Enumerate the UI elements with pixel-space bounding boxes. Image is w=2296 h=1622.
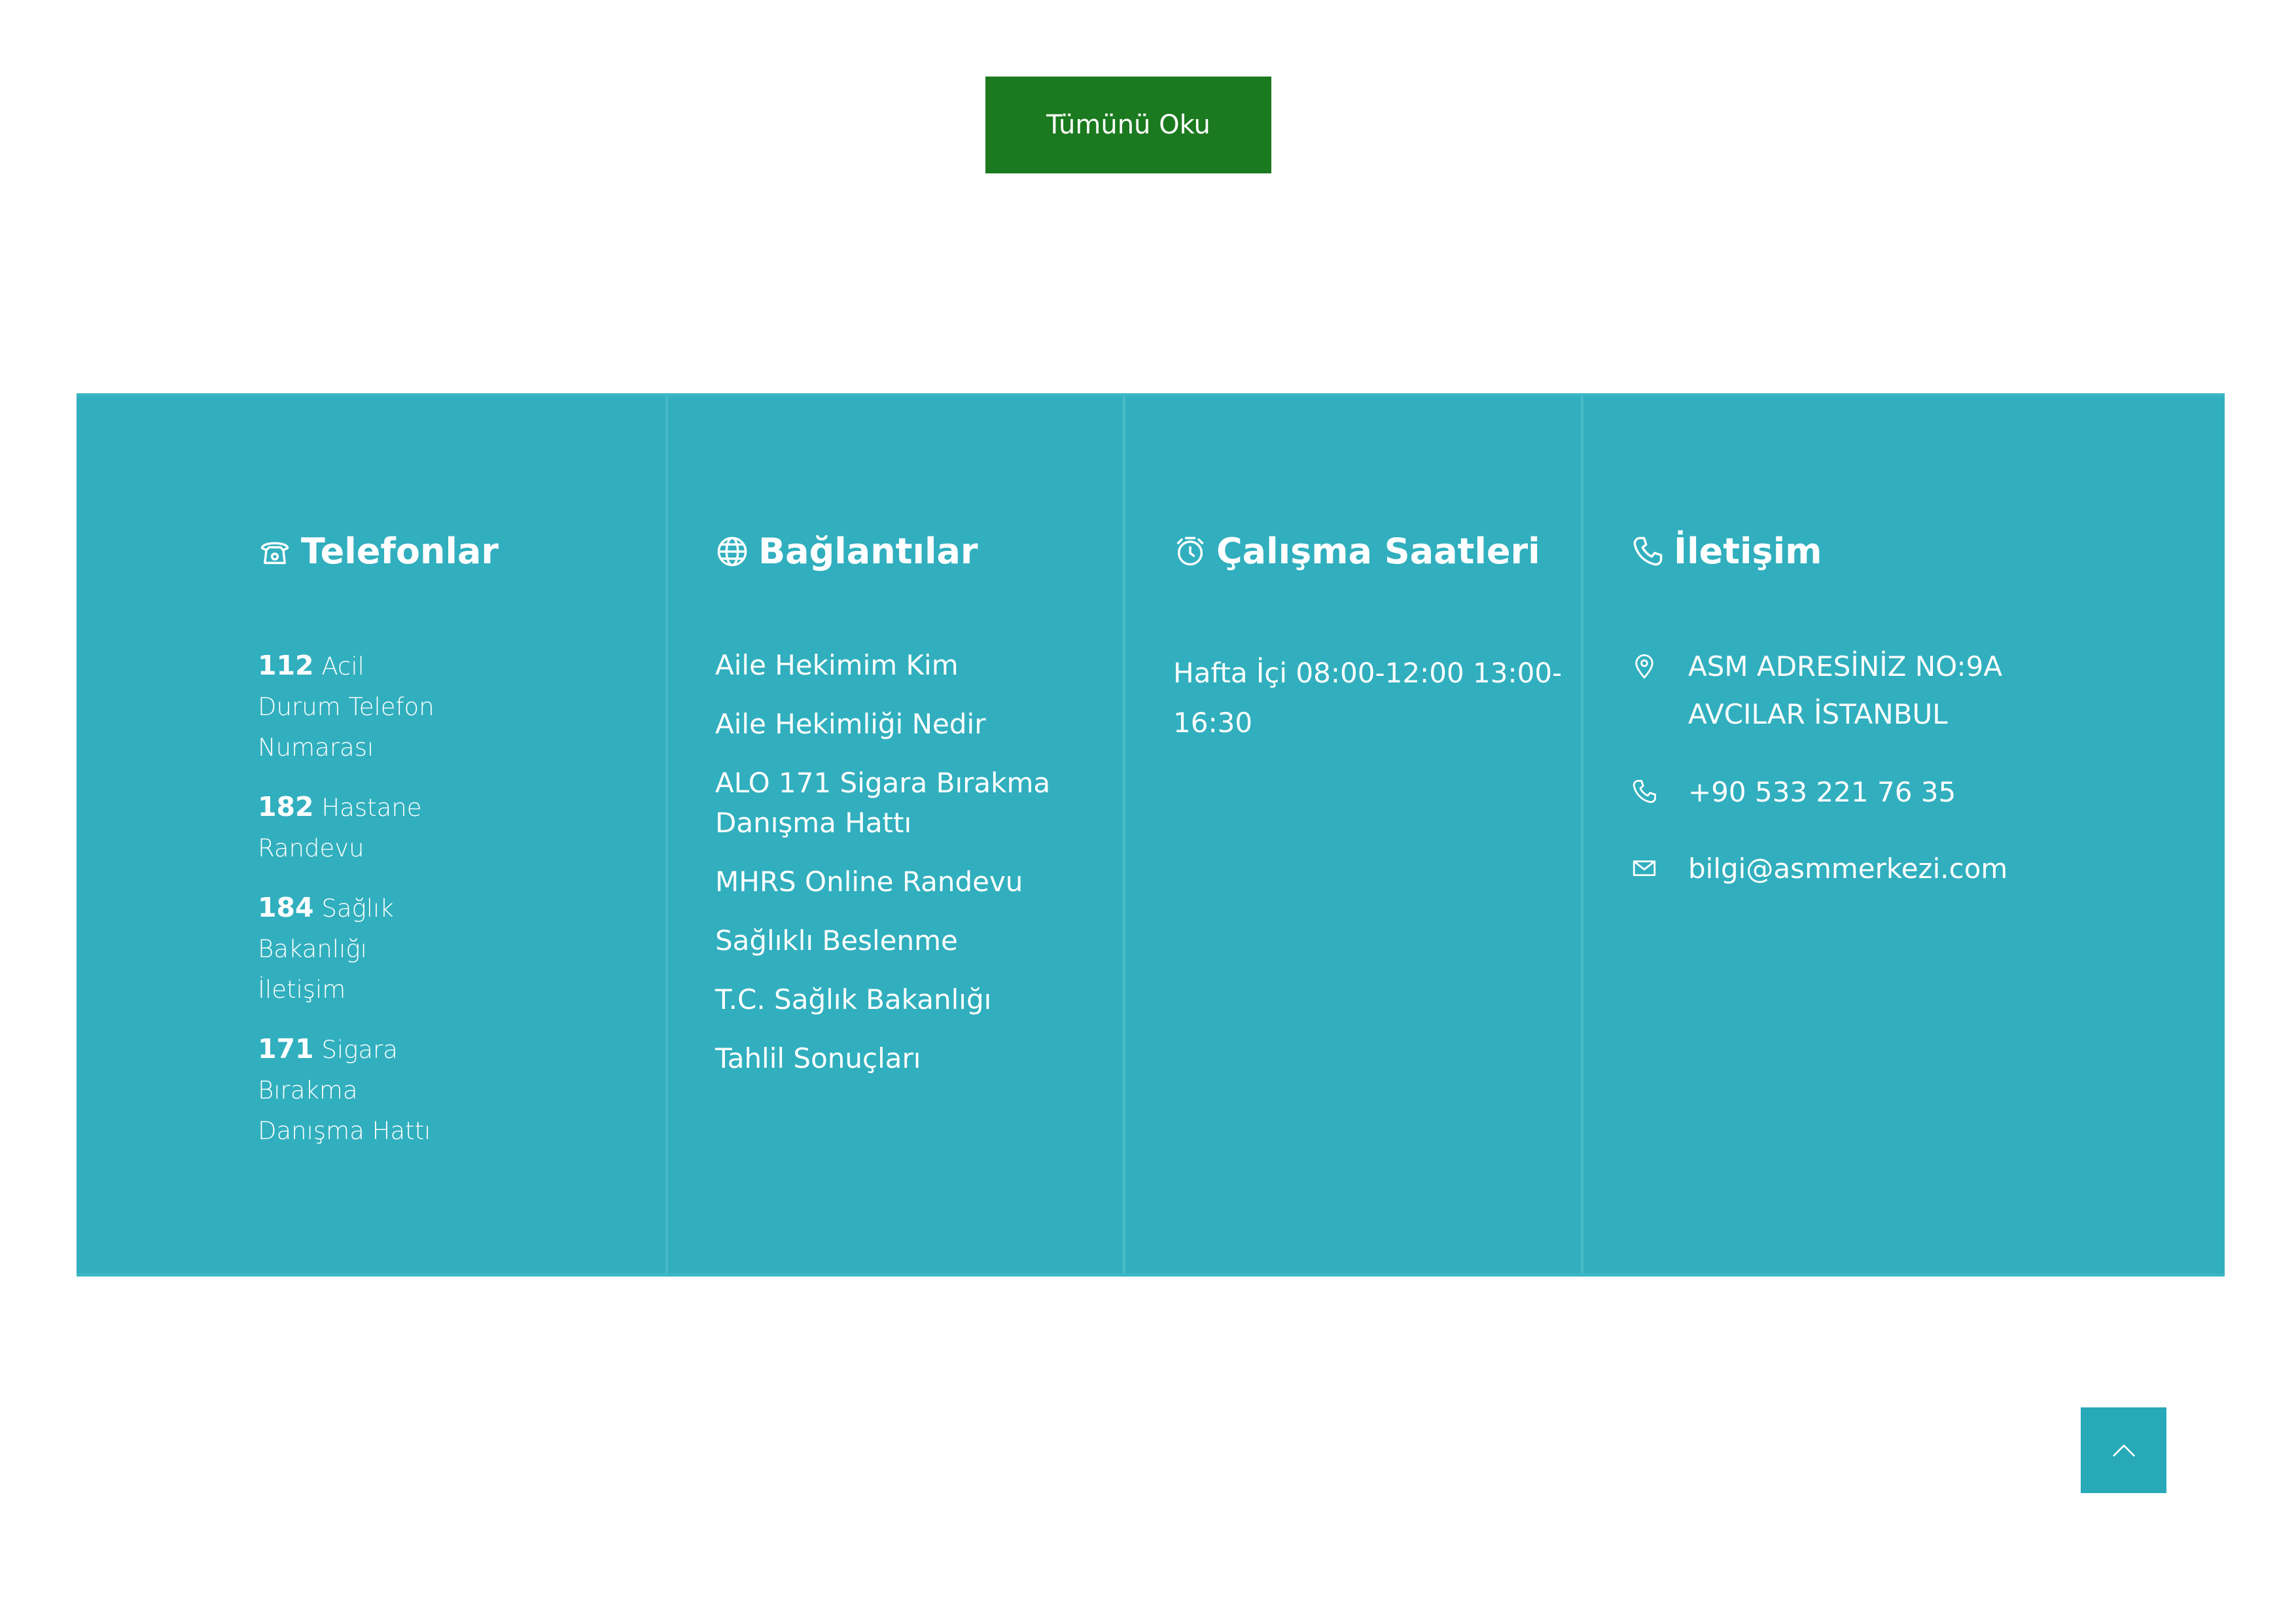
hours-title: Çalışma Saatleri [1173,531,1540,572]
footer-link[interactable]: Aile Hekimim Kim [715,645,1082,685]
working-hours-text: Hafta İçi 08:00-12:00 13:00-16:30 [1173,657,1563,739]
phones-title: Telefonlar [258,531,499,572]
column-divider [1123,397,1125,1273]
footer-link[interactable]: MHRS Online Randevu [715,862,1082,902]
globe-icon [717,537,747,566]
map-pin-icon [1635,654,1653,679]
contact-title: İletişim [1631,531,1822,572]
phone-item[interactable]: 171 Sigara Bırakma Danışma Hattı [258,1029,454,1152]
contact-email[interactable]: bilgi@asmmerkezi.com [1631,845,2007,892]
chevron-up-icon [2112,1444,2135,1456]
phone-item[interactable]: 182 Hastane Randevu [258,786,454,869]
phone-icon [1633,779,1657,803]
phone-handset-icon [1633,537,1663,565]
contact-address: ASM ADRESİNİZ NO:9A AVCILAR İSTANBUL [1631,643,2002,738]
footer-link[interactable]: Tahlil Sonuçları [715,1038,1082,1078]
footer-link[interactable]: Sağlıklı Beslenme [715,921,1082,961]
envelope-icon [1633,860,1656,876]
column-divider [1581,397,1583,1273]
phones-list: 112 Acil Durum Telefon Numarası 182 Hast… [258,645,454,1170]
site-footer: Telefonlar 112 Acil Durum Telefon Numara… [77,393,2225,1277]
scroll-to-top-button[interactable] [2081,1407,2166,1493]
telephone-icon [260,542,289,564]
footer-link[interactable]: ALO 171 Sigara Bırakma Danışma Hattı [715,763,1082,843]
footer-link[interactable]: Aile Hekimliği Nedir [715,704,1082,744]
links-title: Bağlantılar [715,531,978,572]
phone-item[interactable]: 184 Sağlık Bakanlığı İletişim [258,887,454,1010]
alarm-clock-icon [1176,537,1204,565]
read-all-button[interactable]: Tümünü Oku [985,77,1271,173]
column-divider [665,397,668,1273]
phone-item[interactable]: 112 Acil Durum Telefon Numarası [258,645,454,768]
contact-phone[interactable]: +90 533 221 76 35 [1631,768,1956,816]
links-list: Aile Hekimim Kim Aile Hekimliği Nedir AL… [715,645,1082,1097]
footer-link[interactable]: T.C. Sağlık Bakanlığı [715,979,1082,1019]
